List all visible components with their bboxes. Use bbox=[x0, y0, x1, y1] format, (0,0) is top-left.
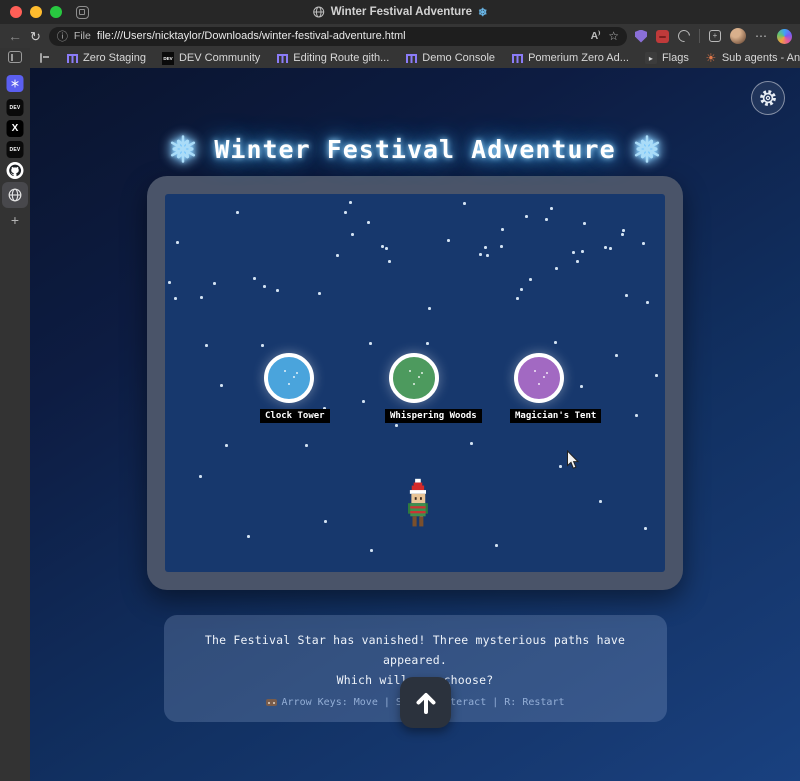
pinned-tab-dev[interactable]: DEV bbox=[7, 99, 24, 116]
window-title-text: Winter Festival Adventure bbox=[331, 6, 472, 18]
url-scheme-label: File bbox=[74, 30, 91, 42]
dev-icon: DEV bbox=[7, 99, 24, 116]
close-window-button[interactable] bbox=[10, 6, 22, 18]
player-elf-sprite bbox=[402, 478, 432, 534]
portal-circle[interactable] bbox=[389, 353, 439, 403]
shield-extension-icon[interactable] bbox=[635, 30, 647, 43]
snowflake-icon bbox=[168, 134, 198, 164]
collections-icon[interactable] bbox=[676, 28, 693, 45]
bookmarks-bar: Zero Staging DEV DEV Community Editing R… bbox=[30, 48, 800, 68]
new-tab-button[interactable]: + bbox=[11, 212, 19, 228]
bookmark-item[interactable]: DEV DEV Community bbox=[162, 52, 260, 64]
x-logo-icon: X bbox=[7, 120, 24, 137]
bookmark-item[interactable]: ☀ Sub agents - Anth... bbox=[705, 52, 800, 64]
window-title: Winter Festival Adventure ❄ bbox=[313, 0, 488, 24]
portal-circle[interactable] bbox=[514, 353, 564, 403]
site-info-icon[interactable]: ⓘ bbox=[57, 28, 68, 44]
game-canvas[interactable]: Clock Tower Whispering Woods Magician's … bbox=[165, 194, 665, 572]
adblock-extension-icon[interactable] bbox=[656, 30, 669, 43]
browser-essentials-icon[interactable]: + bbox=[709, 30, 721, 42]
minimize-window-button[interactable] bbox=[30, 6, 42, 18]
page-title-text: Winter Festival Adventure bbox=[214, 135, 615, 164]
portal-label: Clock Tower bbox=[260, 409, 330, 423]
pinned-tab-x[interactable]: X bbox=[7, 120, 24, 137]
snowflake-favicon-icon bbox=[7, 75, 24, 92]
starburst-icon: ☀ bbox=[705, 51, 716, 65]
pomerium-icon bbox=[512, 54, 523, 63]
dev-icon: DEV bbox=[7, 141, 24, 158]
portal-label: Magician's Tent bbox=[510, 409, 601, 423]
copilot-icon[interactable] bbox=[777, 29, 792, 44]
portal[interactable]: Whispering Woods bbox=[385, 353, 443, 423]
pomerium-icon bbox=[67, 54, 78, 63]
favorite-star-icon[interactable]: ☆ bbox=[608, 29, 619, 43]
titlebar: Winter Festival Adventure ❄ bbox=[0, 0, 800, 24]
portal[interactable]: Magician's Tent bbox=[510, 353, 568, 423]
bookmark-item[interactable]: Editing Route gith... bbox=[276, 52, 389, 64]
address-bar-actions: A⦆ ☆ bbox=[591, 29, 619, 43]
pinned-tab-winter-app[interactable] bbox=[7, 75, 24, 92]
game-frame: Clock Tower Whispering Woods Magician's … bbox=[147, 176, 683, 590]
game-page: Winter Festival Adventure bbox=[30, 68, 800, 781]
vertical-tabs-sidebar: DEV X DEV bbox=[0, 48, 30, 781]
bookmark-item[interactable]: Zero Staging bbox=[66, 52, 146, 64]
portal-label: Whispering Woods bbox=[385, 409, 482, 423]
up-arrow-button[interactable] bbox=[400, 677, 451, 728]
toolbar-extensions: + ⋯ bbox=[635, 28, 792, 44]
gamepad-icon bbox=[266, 699, 277, 706]
back-button[interactable]: ← bbox=[8, 29, 22, 43]
more-menu-icon[interactable]: ⋯ bbox=[755, 29, 768, 43]
active-tab-current-page[interactable] bbox=[2, 182, 28, 208]
reload-button[interactable]: ↻ bbox=[30, 30, 41, 43]
settings-button[interactable] bbox=[751, 81, 785, 115]
profile-avatar[interactable] bbox=[730, 28, 746, 44]
github-icon bbox=[7, 162, 24, 179]
globe-icon bbox=[313, 6, 325, 18]
dev-icon: DEV bbox=[162, 52, 174, 65]
pomerium-icon bbox=[406, 54, 417, 63]
address-bar[interactable]: ⓘ File file:///Users/nicktaylor/Download… bbox=[49, 27, 627, 46]
up-arrow-icon bbox=[413, 690, 439, 716]
bookmark-item[interactable]: Demo Console bbox=[405, 52, 495, 64]
zoom-window-button[interactable] bbox=[50, 6, 62, 18]
flags-icon: ▸ bbox=[645, 52, 657, 64]
globe-icon bbox=[8, 188, 22, 202]
traffic-lights bbox=[10, 6, 62, 18]
snowflake-emoji: ❄ bbox=[478, 6, 487, 19]
page-title: Winter Festival Adventure bbox=[30, 134, 800, 164]
bookmark-item[interactable]: Pomerium Zero Ad... bbox=[511, 52, 629, 64]
snowflake-icon bbox=[632, 134, 662, 164]
read-aloud-icon[interactable]: A⦆ bbox=[591, 30, 601, 42]
gear-icon bbox=[758, 88, 778, 108]
workspaces-icon[interactable] bbox=[76, 6, 89, 19]
toolbar-divider bbox=[699, 29, 700, 43]
sidebar-toggle-icon[interactable] bbox=[8, 51, 22, 63]
bookmark-item[interactable]: ▸ Flags bbox=[645, 52, 689, 64]
browser-toolbar: ← ↻ ⓘ File file:///Users/nicktaylor/Down… bbox=[0, 24, 800, 48]
pinned-tab-github[interactable] bbox=[7, 162, 24, 179]
browser-window: Winter Festival Adventure ❄ ← ↻ ⓘ File f… bbox=[0, 0, 800, 781]
pomerium-icon bbox=[277, 54, 288, 63]
portal[interactable]: Clock Tower bbox=[260, 353, 318, 423]
portal-circle[interactable] bbox=[264, 353, 314, 403]
message-line-1: The Festival Star has vanished! Three my… bbox=[176, 630, 655, 670]
pinned-tab-dev-2[interactable]: DEV bbox=[7, 141, 24, 158]
url-text[interactable]: file:///Users/nicktaylor/Downloads/winte… bbox=[97, 30, 585, 42]
tab-preview-icon[interactable] bbox=[40, 53, 42, 63]
